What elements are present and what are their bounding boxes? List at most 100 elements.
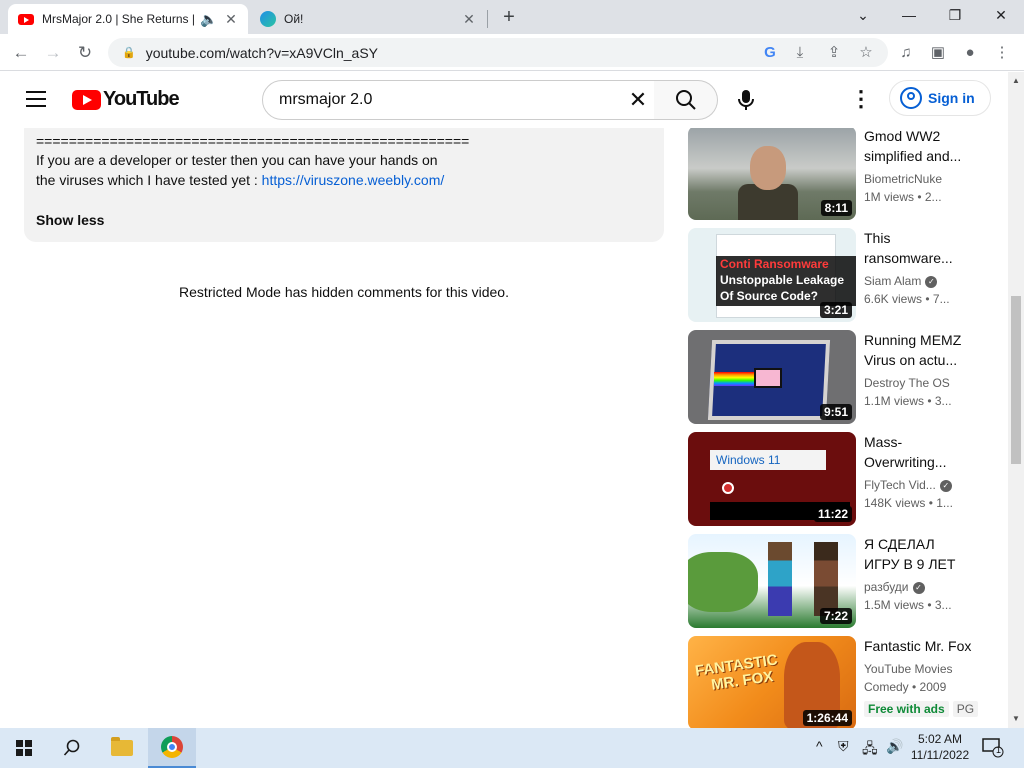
scroll-up-arrow-icon[interactable]: ▲	[1012, 76, 1020, 86]
watch-page-content: ========================================…	[0, 128, 1008, 728]
tab-close-icon[interactable]: ✕	[460, 10, 478, 28]
thumbnail-text: Unstoppable Leakage	[720, 273, 845, 287]
thumbnail-frog	[688, 552, 758, 612]
start-button[interactable]	[0, 728, 48, 768]
browser-tab-strip: MrsMajor 2.0 | She Returns | 🔈 ✕ Ой! ✕ +…	[0, 0, 1024, 34]
sign-in-button[interactable]: Sign in	[889, 80, 991, 116]
new-tab-button[interactable]: +	[498, 6, 520, 28]
channel-name[interactable]: BiometricNuke	[864, 170, 974, 188]
recommended-video[interactable]: Windows 11 11:22 Mass-Overwriting... Fly…	[688, 432, 998, 526]
channel-name[interactable]: Siam Alam	[864, 274, 921, 288]
windows-logo-icon	[16, 740, 32, 756]
reload-button[interactable]: ↻	[72, 40, 98, 66]
clear-search-icon[interactable]: ✕	[624, 86, 652, 114]
video-title[interactable]: Mass-Overwriting...	[864, 432, 974, 472]
thumbnail-rainbow	[714, 372, 754, 386]
sign-in-label: Sign in	[928, 90, 975, 106]
show-hidden-icons-icon[interactable]: ^	[816, 738, 823, 754]
settings-menu-icon[interactable]: ⋮	[846, 84, 876, 114]
forward-button[interactable]: →	[40, 40, 66, 66]
taskbar-search-button[interactable]	[48, 728, 96, 768]
account-icon	[900, 87, 922, 109]
thumbnail-text: Conti Ransomware	[720, 257, 829, 271]
channel-name[interactable]: FlyTech Vid...	[864, 478, 936, 492]
restricted-mode-notice: Restricted Mode has hidden comments for …	[179, 284, 509, 300]
thumbnail-text: Windows 11	[710, 450, 826, 470]
channel-name[interactable]: Destroy The OS	[864, 374, 974, 392]
action-center-button[interactable]: 1	[982, 738, 1004, 758]
youtube-play-icon	[72, 89, 101, 110]
video-info: Я СДЕЛАЛ ИГРУ В 9 ЛЕТ разбуди ✓ 1.5M view…	[864, 534, 974, 614]
channel-name[interactable]: YouTube Movies	[864, 660, 974, 678]
tab-title: MrsMajor 2.0 | She Returns |	[42, 12, 195, 26]
profile-icon[interactable]: ●	[958, 40, 982, 64]
video-meta: 148K views • 1...	[864, 496, 953, 510]
verified-check-icon: ✓	[912, 581, 925, 594]
recommended-video[interactable]: 8:11 Gmod WW2 simplified and... Biometri…	[688, 128, 998, 220]
video-meta: 1.1M views • 3...	[864, 394, 952, 408]
notification-count: 1	[996, 745, 1002, 755]
video-thumbnail[interactable]: 8:11	[688, 128, 856, 220]
search-input[interactable]: mrsmajor 2.0	[262, 80, 655, 120]
description-line: If you are a developer or tester then yo…	[36, 152, 438, 168]
youtube-logo[interactable]: YouTube	[72, 88, 180, 111]
recommended-video[interactable]: Conti Ransomware Unstoppable Leakage Of …	[688, 228, 998, 322]
chrome-icon	[161, 736, 183, 758]
video-title[interactable]: Running MEMZ Virus on actu...	[864, 330, 974, 370]
system-clock[interactable]: 5:02 AM 11/11/2022	[910, 731, 970, 763]
show-less-button[interactable]: Show less	[36, 212, 104, 228]
volume-icon[interactable]: 🔊	[886, 738, 903, 755]
search-query-text: mrsmajor 2.0	[279, 91, 373, 108]
tab-close-icon[interactable]: ✕	[222, 10, 240, 28]
minimize-button[interactable]: —	[886, 0, 932, 30]
youtube-wordmark: YouTube	[103, 88, 180, 110]
video-title[interactable]: Gmod WW2 simplified and...	[864, 128, 974, 166]
security-icon[interactable]: ⛨	[838, 738, 849, 755]
video-meta: 1M views • 2...	[864, 190, 942, 204]
recommended-video[interactable]: 9:51 Running MEMZ Virus on actu... Destr…	[688, 330, 998, 424]
search-icon	[63, 739, 80, 756]
install-app-icon[interactable]: ⤓	[788, 40, 812, 64]
thumbnail-title-art: FANTASTIC MR. FOX	[694, 651, 781, 695]
description-text: the viruses which I have tested yet :	[36, 172, 262, 188]
chrome-menu-icon[interactable]: ⋮	[990, 40, 1014, 64]
close-window-button[interactable]: ✕	[978, 0, 1024, 30]
recommended-video[interactable]: 7:22 Я СДЕЛАЛ ИГРУ В 9 ЛЕТ разбуди ✓ 1.5M…	[688, 534, 998, 628]
viruszone-link[interactable]: https://viruszone.weebly.com/	[262, 172, 445, 188]
media-control-icon[interactable]: ♫	[894, 40, 918, 64]
share-icon[interactable]: ⇪	[822, 40, 846, 64]
video-thumbnail[interactable]: FANTASTIC MR. FOX 1:26:44	[688, 636, 856, 728]
search-button[interactable]	[654, 80, 718, 120]
video-thumbnail[interactable]: 7:22	[688, 534, 856, 628]
browser-toolbar: ← → ↻ 🔒 youtube.com/watch?v=xA9VCln_aSY …	[0, 34, 1024, 71]
scrollbar-thumb[interactable]	[1011, 296, 1021, 464]
tab-audio-icon[interactable]: 🔈	[200, 10, 218, 28]
video-info: Gmod WW2 simplified and... BiometricNuke…	[864, 128, 974, 206]
page-scrollbar[interactable]: ▲ ▼	[1008, 72, 1024, 728]
free-with-ads-badge: Free with ads	[864, 701, 949, 717]
channel-name[interactable]: разбуди	[864, 580, 909, 594]
back-button[interactable]: ←	[8, 40, 34, 66]
google-translate-icon[interactable]: G	[758, 40, 782, 64]
side-panel-icon[interactable]: ▣	[926, 40, 950, 64]
edge-favicon-icon	[260, 11, 276, 27]
video-thumbnail[interactable]: Conti Ransomware Unstoppable Leakage Of …	[688, 228, 856, 322]
recommended-video[interactable]: FANTASTIC MR. FOX 1:26:44 Fantastic Mr. …	[688, 636, 998, 728]
video-thumbnail[interactable]: Windows 11 11:22	[688, 432, 856, 526]
video-thumbnail[interactable]: 9:51	[688, 330, 856, 424]
network-icon[interactable]: 🖧	[862, 738, 878, 762]
video-title[interactable]: Я СДЕЛАЛ ИГРУ В 9 ЛЕТ	[864, 534, 974, 574]
windows-taskbar: ^ ⛨ 🖧 🔊 5:02 AM 11/11/2022 1	[0, 728, 1024, 768]
file-explorer-button[interactable]	[98, 728, 146, 768]
hamburger-menu-icon[interactable]	[26, 91, 46, 107]
chrome-taskbar-button[interactable]	[148, 728, 196, 768]
tab-second[interactable]: Ой! ✕	[250, 4, 486, 34]
bookmark-star-icon[interactable]: ☆	[854, 40, 878, 64]
scroll-down-arrow-icon[interactable]: ▼	[1012, 714, 1020, 724]
tab-search-icon[interactable]: ⌄	[840, 0, 886, 30]
voice-search-button[interactable]	[728, 82, 764, 118]
video-title[interactable]: This ransomware...	[864, 228, 974, 268]
restore-button[interactable]: ❐	[932, 0, 978, 30]
tab-youtube[interactable]: MrsMajor 2.0 | She Returns | 🔈 ✕	[8, 4, 248, 34]
video-title[interactable]: Fantastic Mr. Fox	[864, 636, 974, 656]
